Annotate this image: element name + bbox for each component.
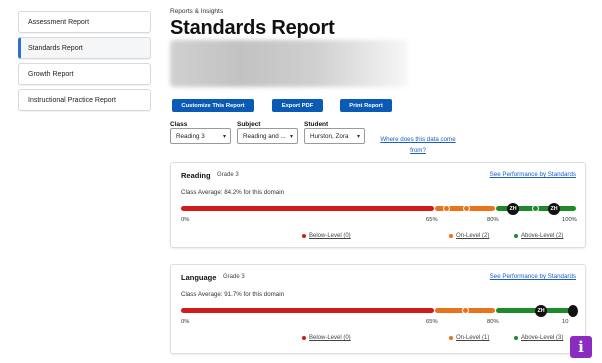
legend-label: Above-Level (2): [521, 233, 564, 239]
tick-label: 0%: [181, 217, 190, 223]
domain-card-language: Language Grade 3 See Performance by Stan…: [170, 264, 586, 354]
student-position-marker: [532, 205, 539, 212]
red-dot-icon: [302, 336, 306, 340]
sidebar-item-label: Growth Report: [28, 70, 74, 78]
class-select[interactable]: Reading 3 ▾: [170, 128, 231, 144]
domain-title: Reading: [181, 171, 211, 180]
student-select-value: Hurston, Zora: [310, 132, 349, 140]
sidebar-item-instructional-practice-report[interactable]: Instructional Practice Report: [18, 89, 151, 111]
help-link-line-2: from?: [410, 147, 426, 154]
orange-dot-icon: [449, 234, 453, 238]
domain-grade: Grade 3: [223, 274, 245, 280]
class-average: Class Average: 91.7% for this domain: [181, 291, 285, 298]
below-level-bar: [181, 308, 434, 313]
data-source-help-link[interactable]: Where does this data come from?: [376, 134, 460, 156]
sidebar-item-standards-report[interactable]: Standards Report: [18, 37, 151, 59]
class-filter-label: Class: [170, 121, 188, 128]
report-sidebar: Assessment Report Standards Report Growt…: [18, 11, 151, 115]
legend-label: Below-Level (0): [309, 233, 351, 239]
student-avatar-marker-partial[interactable]: [568, 304, 578, 317]
student-position-marker: [443, 205, 450, 212]
student-select[interactable]: Hurston, Zora ▾: [304, 128, 365, 144]
sidebar-item-growth-report[interactable]: Growth Report: [18, 63, 151, 85]
info-icon[interactable]: i: [570, 336, 592, 358]
student-position-marker: [463, 205, 470, 212]
tick-label: 0%: [181, 319, 190, 325]
tick-label: 80%: [487, 319, 499, 325]
legend-label: On-Level (2): [456, 233, 490, 239]
tick-label: 80%: [487, 217, 499, 223]
green-dot-icon: [514, 234, 518, 238]
chevron-down-icon: ▾: [356, 134, 360, 140]
sidebar-item-assessment-report[interactable]: Assessment Report: [18, 11, 151, 33]
legend-below-level[interactable]: Below-Level (0): [302, 335, 351, 341]
tick-label: 10: [562, 319, 569, 325]
see-performance-link[interactable]: See Performance by Standards: [490, 273, 576, 280]
help-link-line-1: Where does this data come: [380, 136, 456, 143]
student-position-marker: [462, 307, 469, 314]
legend-above-level[interactable]: Above-Level (3): [514, 335, 563, 341]
domain-card-reading: Reading Grade 3 See Performance by Stand…: [170, 162, 586, 248]
sidebar-item-label: Standards Report: [28, 44, 83, 52]
chevron-down-icon: ▾: [289, 134, 293, 140]
breadcrumb[interactable]: Reports & Insights: [170, 8, 223, 15]
legend-below-level[interactable]: Below-Level (0): [302, 233, 351, 239]
subject-select[interactable]: Reading and ... ▾: [237, 128, 298, 144]
student-avatar-marker[interactable]: ZH: [507, 202, 519, 215]
print-report-button[interactable]: Print Report: [340, 99, 392, 112]
class-average: Class Average: 84.2% for this domain: [181, 189, 285, 196]
domain-grade: Grade 3: [217, 172, 239, 178]
tick-label: 65%: [426, 217, 438, 223]
below-level-bar: [181, 206, 434, 211]
legend-on-level[interactable]: On-Level (1): [449, 335, 489, 341]
student-avatar-marker[interactable]: ZH: [535, 304, 547, 317]
tick-label: 65%: [426, 319, 438, 325]
subject-select-value: Reading and ...: [243, 132, 286, 140]
subject-filter-label: Subject: [237, 121, 261, 128]
page-title: Standards Report: [170, 17, 335, 39]
legend-above-level[interactable]: Above-Level (2): [514, 233, 563, 239]
legend-label: Above-Level (3): [521, 335, 564, 341]
class-select-value: Reading 3: [176, 132, 205, 140]
domain-title: Language: [181, 273, 217, 282]
export-pdf-button[interactable]: Export PDF: [272, 99, 323, 112]
red-dot-icon: [302, 234, 306, 238]
student-avatar-marker[interactable]: ZH: [548, 202, 560, 215]
blurred-description: [170, 40, 408, 87]
sidebar-item-label: Assessment Report: [28, 18, 90, 26]
legend-label: Below-Level (0): [309, 335, 351, 341]
see-performance-link[interactable]: See Performance by Standards: [490, 171, 576, 178]
legend-on-level[interactable]: On-Level (2): [449, 233, 489, 239]
student-filter-label: Student: [304, 121, 329, 128]
customize-report-button[interactable]: Customize This Report: [172, 99, 254, 112]
chevron-down-icon: ▾: [222, 134, 226, 140]
legend-label: On-Level (1): [456, 335, 490, 341]
tick-label: 100%: [562, 217, 577, 223]
green-dot-icon: [514, 336, 518, 340]
sidebar-item-label: Instructional Practice Report: [28, 96, 116, 104]
orange-dot-icon: [449, 336, 453, 340]
